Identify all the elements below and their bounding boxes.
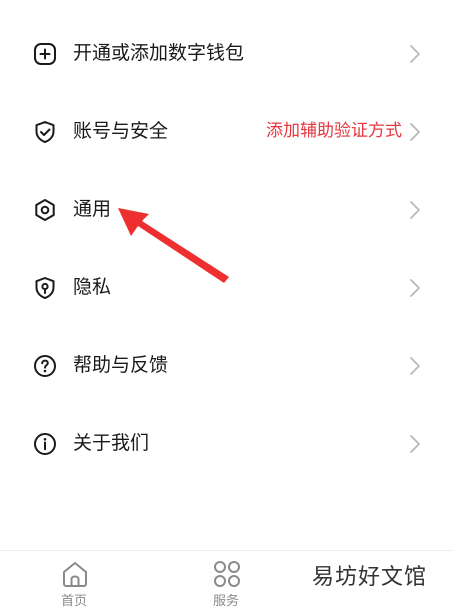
menu-item-label: 隐私 bbox=[73, 276, 112, 298]
menu-item-label: 账号与安全 bbox=[73, 120, 169, 142]
menu-item-label: 开通或添加数字钱包 bbox=[73, 42, 245, 64]
tab-services-label: 服务 bbox=[212, 594, 239, 609]
chevron-right-icon bbox=[409, 356, 421, 376]
info-circle-icon bbox=[33, 432, 57, 456]
menu-item-label: 通用 bbox=[73, 198, 112, 220]
chevron-right-icon bbox=[409, 44, 421, 64]
add-secondary-verification-hint[interactable]: 添加辅助验证方式 bbox=[266, 119, 402, 143]
watermark-text: 易坊好文馆 bbox=[311, 563, 427, 593]
menu-item-privacy[interactable]: 隐私 bbox=[0, 258, 453, 318]
chevron-right-icon bbox=[409, 434, 421, 454]
hexagon-settings-icon bbox=[33, 198, 57, 222]
home-icon bbox=[60, 559, 90, 589]
menu-item-help-feedback[interactable]: 帮助与反馈 bbox=[0, 336, 453, 396]
grid-icon bbox=[212, 559, 242, 589]
menu-item-label: 关于我们 bbox=[73, 432, 150, 454]
shield-check-icon bbox=[33, 120, 57, 144]
help-circle-icon bbox=[33, 354, 57, 378]
plus-circle-icon bbox=[33, 42, 57, 66]
menu-item-digital-wallet[interactable]: 开通或添加数字钱包 bbox=[0, 24, 453, 84]
chevron-right-icon bbox=[409, 278, 421, 298]
privacy-shield-icon bbox=[33, 276, 57, 300]
tab-home-label: 首页 bbox=[60, 594, 87, 609]
chevron-right-icon bbox=[409, 122, 421, 142]
menu-item-account-security[interactable]: 账号与安全 添加辅助验证方式 bbox=[0, 102, 453, 162]
chevron-right-icon bbox=[409, 200, 421, 220]
menu-item-about-us[interactable]: 关于我们 bbox=[0, 414, 453, 474]
tab-services[interactable]: 服务 bbox=[186, 551, 266, 615]
menu-item-general[interactable]: 通用 bbox=[0, 180, 453, 240]
menu-item-label: 帮助与反馈 bbox=[73, 354, 169, 376]
tab-home[interactable]: 首页 bbox=[34, 551, 114, 615]
